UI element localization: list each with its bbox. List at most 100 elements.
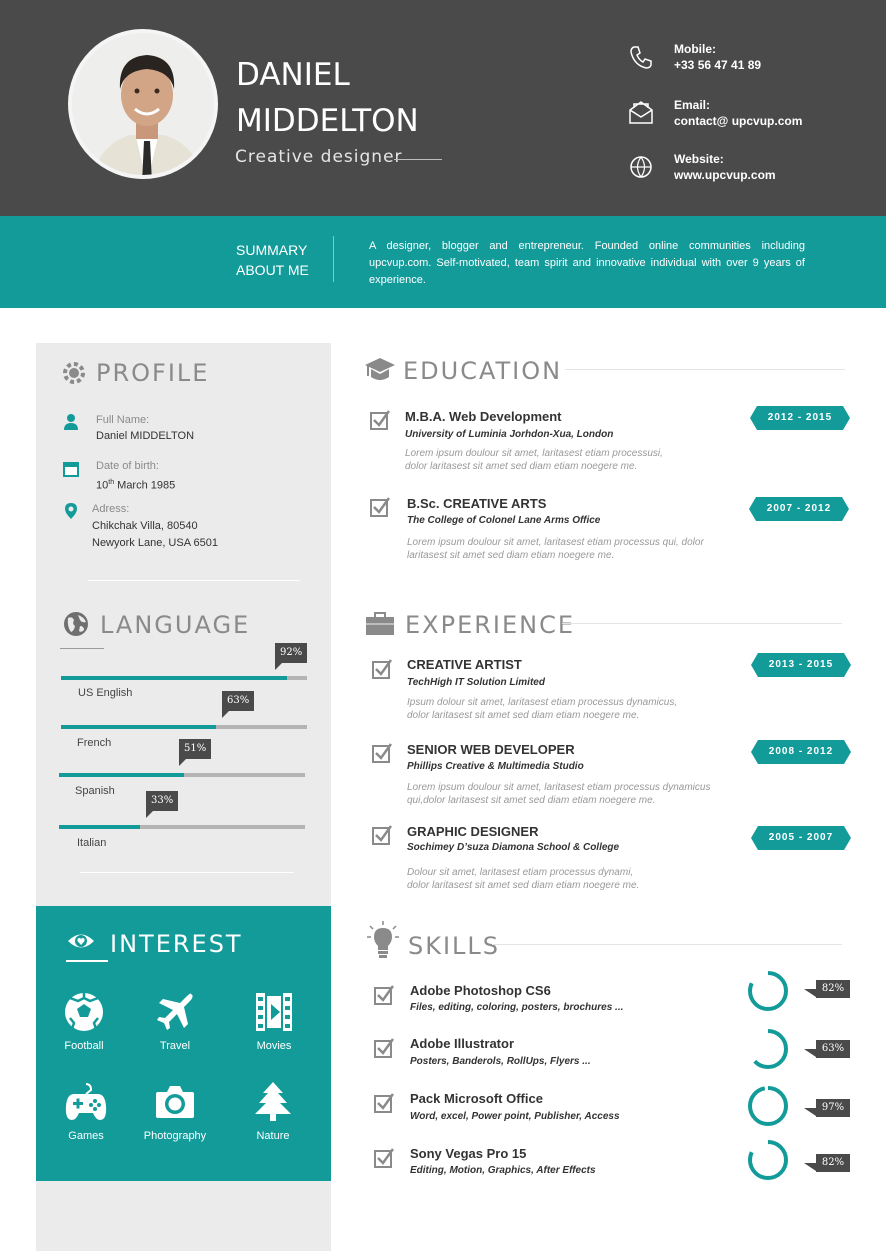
date-range-tag: 2005 - 2007: [751, 826, 851, 850]
entry-title: SENIOR WEB DEVELOPER: [407, 742, 575, 757]
dob-label: Date of birth:: [96, 460, 159, 472]
camera-icon: [156, 1086, 194, 1118]
language-name: Spanish: [75, 785, 115, 797]
address-line2: Newyork Lane, USA 6501: [92, 537, 218, 549]
gear-icon: [63, 362, 85, 384]
eye-heart-icon: [68, 934, 94, 948]
skill-title: Sony Vegas Pro 15: [410, 1146, 527, 1161]
description-line: Ipsum dolour sit amet, laritasest etiam …: [407, 697, 678, 708]
interest-heading: INTEREST: [110, 930, 243, 958]
entry-organization: The College of Colonel Lane Arms Office: [407, 515, 601, 526]
candidate-name: DANIEL MIDDELTON: [236, 52, 419, 144]
language-bar: [59, 773, 305, 777]
profile-photo: [68, 29, 218, 179]
interest-travel: Travel: [130, 992, 220, 1052]
language-name: US English: [78, 687, 133, 699]
entry-organization: Sochimey D’suza Diamona School & College: [407, 842, 620, 853]
email-label: Email:: [674, 98, 711, 112]
entry-description: Ipsum dolour sit amet, laritasest etiam …: [407, 696, 747, 722]
entry-organization: University of Luminia Jorhdon-Xua, Londo…: [405, 429, 614, 440]
summary-text: A designer, blogger and entrepreneur. Fo…: [369, 240, 805, 286]
calendar-icon: [63, 462, 79, 477]
mobile-value[interactable]: +33 56 47 41 89: [674, 58, 761, 72]
skill-percent-tag: 82%: [804, 1154, 850, 1172]
interest-label: Nature: [256, 1130, 290, 1142]
address-line1: Chikchak Villa, 80540: [92, 520, 198, 532]
dob-value: 10th March 1985: [96, 474, 175, 495]
email-value[interactable]: contact@ upcvup.com: [674, 114, 802, 128]
skill-title: Adobe Photoshop CS6: [410, 983, 551, 998]
language-heading: LANGUAGE: [100, 611, 251, 639]
name-last: MIDDELTON: [236, 103, 419, 139]
summary-title-line2: ABOUT ME: [236, 262, 309, 278]
skill-ring: [748, 1140, 788, 1180]
education-heading: EDUCATION: [403, 357, 563, 385]
gamepad-icon: [65, 1083, 107, 1120]
entry-organization: TechHigh IT Solution Limited: [407, 677, 545, 688]
skill-title: Pack Microsoft Office: [410, 1091, 543, 1106]
description-line: qui,dolor laritasest sit amet sed diam e…: [407, 795, 656, 806]
globe-icon: [64, 612, 88, 636]
education-heading-line: [565, 369, 845, 370]
entry-description: Lorem ipsum doulour sit amet, laritasest…: [407, 536, 747, 562]
full-name-label: Full Name:: [96, 414, 150, 426]
skill-percent-tag: 97%: [804, 1099, 850, 1117]
language-percent-bubble: 92%: [275, 643, 308, 670]
profile-heading: PROFILE: [96, 359, 210, 387]
profile-divider: [88, 580, 300, 581]
language-percent-bubble: 33%: [146, 791, 179, 818]
skill-description: Files, editing, coloring, posters, broch…: [410, 1002, 624, 1013]
checkbox-icon: [372, 825, 392, 845]
description-line: Lorem ipsum doulour sit amet, laritasest…: [407, 782, 711, 793]
checkbox-icon: [370, 497, 390, 517]
dob-day: 10: [96, 479, 109, 492]
phone-icon: [630, 46, 652, 69]
experience-heading-line: [562, 623, 842, 624]
date-range-tag: 2012 - 2015: [750, 406, 850, 430]
name-first: DANIEL: [236, 57, 350, 93]
title-divider: [394, 159, 442, 160]
dob-rest: March 1985: [114, 479, 176, 492]
summary-band: SUMMARY ABOUT ME A designer, blogger and…: [0, 216, 886, 308]
language-name: Italian: [77, 837, 107, 849]
location-pin-icon: [65, 503, 77, 519]
language-bar-fill: [61, 725, 216, 729]
skill-description: Editing, Motion, Graphics, After Effects: [410, 1165, 596, 1176]
language-name: French: [77, 737, 112, 749]
skills-heading-line: [492, 944, 842, 945]
film-icon: [256, 993, 292, 1031]
description-line: dolor laritasest sit amet sed diam etiam…: [407, 880, 640, 891]
description-line: laritasest sit amet sed diam etiam noege…: [407, 550, 615, 561]
full-name-value: Daniel MIDDELTON: [96, 430, 195, 442]
skill-description: Word, excel, Power point, Publisher, Acc…: [410, 1111, 620, 1122]
summary-title-line1: SUMMARY: [236, 242, 308, 258]
entry-title: CREATIVE ARTIST: [407, 657, 522, 672]
skills-heading: SKILLS: [408, 932, 501, 960]
briefcase-icon: [366, 612, 394, 635]
interest-movies: Movies: [229, 992, 319, 1052]
checkbox-icon: [372, 659, 392, 679]
skill-ring: [748, 971, 788, 1011]
language-bar: [61, 725, 307, 729]
interest-panel: INTEREST Football Travel Movies Games Ph…: [36, 906, 331, 1181]
job-title: Creative designer: [235, 147, 403, 167]
checkbox-icon: [372, 743, 392, 763]
airplane-icon: [157, 993, 193, 1030]
language-bar: [59, 825, 305, 829]
website-value[interactable]: www.upcvup.com: [674, 168, 776, 182]
interest-label: Travel: [159, 1040, 191, 1052]
description-line: Dolour sit amet, laritasest etiam proces…: [407, 867, 634, 878]
tree-icon: [255, 1082, 291, 1121]
date-range-tag: 2013 - 2015: [751, 653, 851, 677]
skill-ring: [748, 1086, 788, 1126]
summary-title: SUMMARY ABOUT ME: [236, 240, 309, 280]
globe-icon: [630, 156, 652, 178]
description-line: dolor laritasest sit amet sed diam etiam…: [407, 710, 640, 721]
skill-percent-tag: 82%: [804, 980, 850, 998]
language-bar-fill: [59, 825, 141, 829]
mobile-label: Mobile:: [674, 42, 716, 56]
language-heading-underline: [60, 648, 104, 649]
language-bar-fill: [61, 676, 288, 680]
date-range-tag: 2007 - 2012: [749, 497, 849, 521]
entry-description: Lorem ipsum doulour sit amet, laritasest…: [405, 447, 745, 473]
